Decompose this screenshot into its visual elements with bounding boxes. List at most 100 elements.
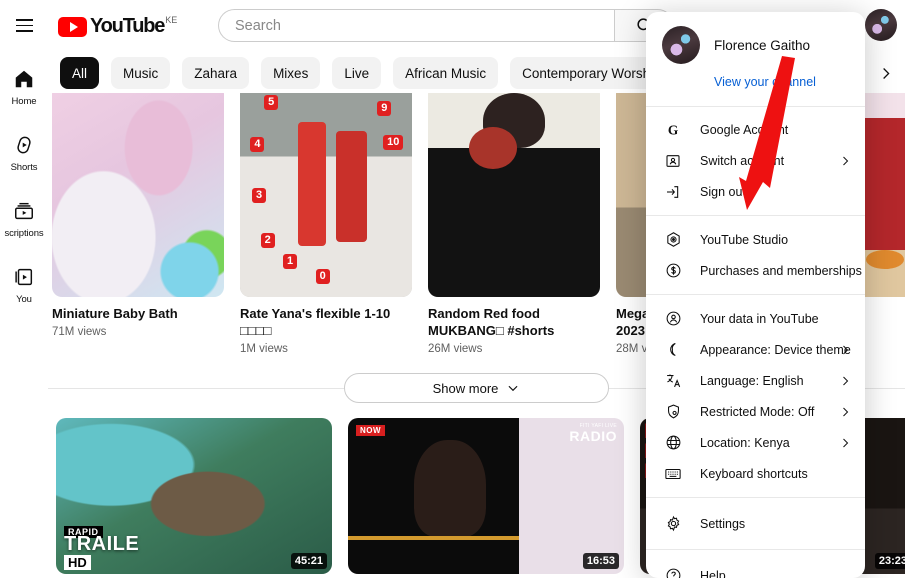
video-thumbnail[interactable]: RAPID TRAILE HD 45:21 bbox=[56, 418, 332, 574]
menu-item-label: Google Account bbox=[700, 123, 788, 137]
menu-divider bbox=[646, 497, 865, 498]
menu-item-help[interactable]: Help bbox=[646, 560, 865, 578]
overlay-number-badge: 3 bbox=[252, 188, 266, 203]
youtube-logo-text: YouTube bbox=[90, 15, 164, 37]
thumbnail-image-mukbang bbox=[428, 84, 600, 297]
chip-scroll-next-button[interactable] bbox=[869, 57, 901, 89]
translate-icon bbox=[662, 372, 684, 389]
sign-out-icon bbox=[662, 184, 684, 200]
thumbnail-image-baby-bath bbox=[52, 84, 224, 297]
account-name: Florence Gaitho bbox=[714, 38, 810, 53]
menu-item-location[interactable]: Location: Kenya bbox=[646, 427, 865, 458]
menu-divider bbox=[646, 549, 865, 550]
chevron-right-icon bbox=[839, 375, 851, 387]
video-duration: 45:21 bbox=[291, 553, 327, 569]
sidebar-item-subscriptions[interactable]: scriptions bbox=[0, 191, 48, 245]
youtube-logo[interactable]: YouTube KE bbox=[58, 15, 177, 37]
short-thumbnail[interactable] bbox=[428, 84, 600, 297]
chip-live[interactable]: Live bbox=[332, 57, 381, 89]
overlay-number-badge: 1 bbox=[283, 254, 297, 269]
video-duration: 16:53 bbox=[583, 553, 619, 569]
short-title: Rate Yana's flexible 1-10 □□□□ bbox=[240, 305, 412, 339]
youtube-studio-icon bbox=[662, 231, 684, 248]
short-card[interactable]: Miniature Baby Bath 71M views bbox=[52, 84, 224, 369]
account-dropdown-menu: Florence Gaitho View your channel G Goog… bbox=[646, 12, 865, 578]
short-thumbnail[interactable]: 0 1 2 3 4 5 9 10 bbox=[240, 84, 412, 297]
search-input[interactable] bbox=[235, 18, 595, 34]
chevron-right-icon bbox=[839, 437, 851, 449]
chevron-right-icon bbox=[839, 155, 851, 167]
sidebar-label-shorts: Shorts bbox=[11, 162, 38, 173]
switch-account-icon bbox=[662, 153, 684, 169]
subscriptions-icon bbox=[13, 199, 35, 223]
menu-item-keyboard-shortcuts[interactable]: Keyboard shortcuts bbox=[646, 458, 865, 489]
menu-item-switch-account[interactable]: Switch account bbox=[646, 145, 865, 176]
account-avatar-button[interactable] bbox=[865, 9, 897, 41]
chip-mixes[interactable]: Mixes bbox=[261, 57, 320, 89]
menu-item-youtube-studio[interactable]: YouTube Studio bbox=[646, 224, 865, 255]
divider-left bbox=[48, 388, 344, 389]
chevron-right-icon bbox=[839, 406, 851, 418]
menu-item-label: YouTube Studio bbox=[700, 233, 788, 247]
shield-lock-icon bbox=[662, 403, 684, 420]
short-title: Random Red food MUKBANG□ #shorts bbox=[428, 305, 600, 339]
video-thumbnail[interactable]: NOW FITI YAFI LIVE RADIO 16:53 bbox=[348, 418, 624, 574]
menu-item-label: Purchases and memberships bbox=[700, 264, 862, 278]
chip-african-music[interactable]: African Music bbox=[393, 57, 498, 89]
svg-text:G: G bbox=[668, 122, 678, 137]
menu-item-label: Restricted Mode: Off bbox=[700, 405, 814, 419]
country-code-label: KE bbox=[165, 15, 177, 26]
video-card[interactable]: NOW FITI YAFI LIVE RADIO 16:53 bbox=[348, 418, 624, 578]
menu-item-purchases-and-memberships[interactable]: Purchases and memberships bbox=[646, 255, 865, 286]
avatar-image bbox=[662, 26, 700, 64]
menu-item-label: Sign out bbox=[700, 185, 746, 199]
your-data-icon bbox=[662, 310, 684, 327]
video-card[interactable]: RAPID TRAILE HD 45:21 bbox=[56, 418, 332, 578]
sidebar-label-you: You bbox=[16, 294, 32, 305]
menu-item-appearance[interactable]: Appearance: Device theme bbox=[646, 334, 865, 365]
short-card[interactable]: 0 1 2 3 4 5 9 10 Rate Yana's flexible 1-… bbox=[240, 84, 412, 369]
sidebar-item-you[interactable]: You bbox=[0, 257, 48, 311]
sidebar-item-home[interactable]: Home bbox=[0, 59, 48, 113]
menu-item-restricted-mode[interactable]: Restricted Mode: Off bbox=[646, 396, 865, 427]
chevron-down-icon bbox=[506, 381, 520, 395]
search-area bbox=[218, 9, 674, 42]
sidebar-label-subscriptions: scriptions bbox=[4, 228, 43, 239]
radio-logo: FITI YAFI LIVE RADIO bbox=[569, 424, 617, 445]
chip-all[interactable]: All bbox=[60, 57, 99, 89]
short-thumbnail[interactable] bbox=[52, 84, 224, 297]
short-view-count: 71M views bbox=[52, 326, 224, 338]
dollar-circle-icon bbox=[662, 262, 684, 279]
live-now-badge: NOW bbox=[356, 425, 385, 436]
radio-logo-big: RADIO bbox=[569, 428, 617, 444]
menu-item-settings[interactable]: Settings bbox=[646, 508, 865, 539]
youtube-play-icon bbox=[58, 17, 87, 37]
short-card[interactable]: Random Red food MUKBANG□ #shorts 26M vie… bbox=[428, 84, 600, 369]
menu-item-label: Appearance: Device theme bbox=[700, 343, 851, 357]
short-view-count: 1M views bbox=[240, 343, 412, 355]
menu-item-sign-out[interactable]: Sign out bbox=[646, 176, 865, 207]
menu-item-language[interactable]: Language: English bbox=[646, 365, 865, 396]
home-icon bbox=[13, 67, 35, 91]
menu-item-google-account[interactable]: G Google Account bbox=[646, 114, 865, 145]
chip-zahara[interactable]: Zahara bbox=[182, 57, 249, 89]
view-your-channel-link[interactable]: View your channel bbox=[714, 75, 849, 89]
overlay-number-badge: 9 bbox=[377, 101, 391, 116]
chevron-right-icon bbox=[878, 66, 893, 81]
overlay-number-badge: 4 bbox=[250, 137, 264, 152]
menu-item-your-data-in-youtube[interactable]: Your data in YouTube bbox=[646, 303, 865, 334]
search-box[interactable] bbox=[218, 9, 614, 42]
gear-icon bbox=[662, 515, 684, 532]
menu-item-label: Your data in YouTube bbox=[700, 312, 819, 326]
menu-item-label: Keyboard shortcuts bbox=[700, 467, 808, 481]
thumbnail-overlay-title: TRAILE bbox=[64, 533, 139, 556]
chip-music[interactable]: Music bbox=[111, 57, 170, 89]
menu-item-label: Help bbox=[700, 569, 726, 578]
menu-item-label: Language: English bbox=[700, 374, 804, 388]
keyboard-icon bbox=[662, 465, 684, 483]
hamburger-menu-icon[interactable] bbox=[4, 6, 44, 46]
overlay-number-badge: 5 bbox=[264, 95, 278, 110]
chevron-right-icon bbox=[839, 344, 851, 356]
sidebar-item-shorts[interactable]: Shorts bbox=[0, 125, 48, 179]
show-more-button[interactable]: Show more bbox=[344, 373, 609, 403]
